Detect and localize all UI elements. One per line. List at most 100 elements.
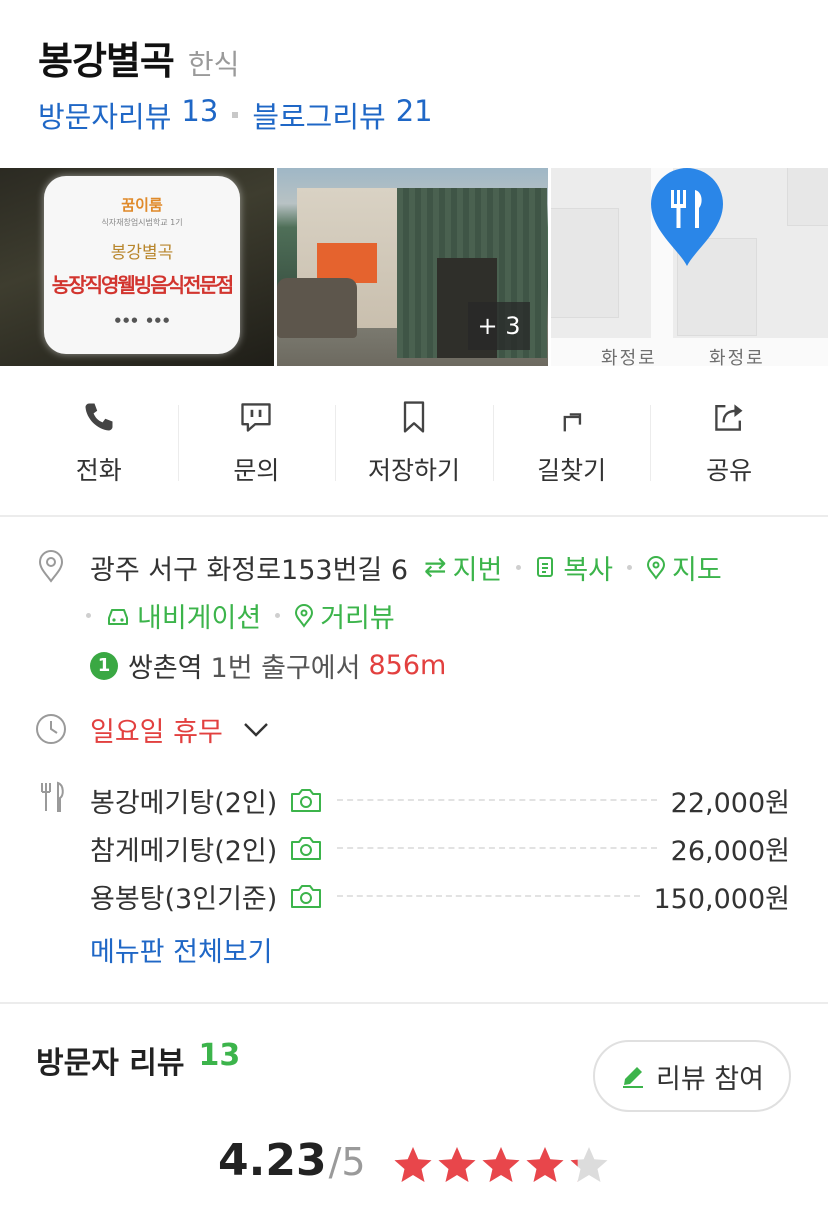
copy-label: 복사 xyxy=(563,555,614,586)
separator-dot xyxy=(516,565,522,570)
share-label: 공유 xyxy=(706,456,753,485)
map-road-label: 화정로 xyxy=(601,348,657,366)
share-button[interactable]: 공유 xyxy=(650,395,808,487)
subway-line-badge: 1 xyxy=(90,651,118,680)
inquiry-button[interactable]: 문의 xyxy=(177,395,336,487)
section-divider xyxy=(0,1002,828,1004)
place-header: 봉강별곡 한식 xyxy=(38,30,239,85)
menu-view-all-link[interactable]: 메뉴판 전체보기 xyxy=(90,930,272,969)
visitor-review-link[interactable]: 방문자리뷰 13 xyxy=(38,94,218,136)
inquiry-label: 문의 xyxy=(233,456,280,485)
call-label: 전화 xyxy=(75,456,122,485)
visitor-review-label: 방문자리뷰 xyxy=(38,100,172,134)
more-photos-badge[interactable]: + 3 xyxy=(468,302,531,350)
photo-gallery: 꿈이룸 식자재창업시범학교 1기 봉강별곡 농장직영웰빙음식전문점 ● ● ● … xyxy=(0,168,828,366)
separator-dot xyxy=(627,565,633,570)
business-hours-toggle[interactable]: 일요일 휴무 xyxy=(90,710,269,749)
directions-button[interactable]: 길찾기 xyxy=(492,395,651,487)
camera-icon[interactable] xyxy=(289,786,323,814)
awning xyxy=(317,243,377,283)
subway-info: 1 쌍촌역 1번 출구에서 856m xyxy=(90,646,446,685)
bookmark-icon xyxy=(403,401,425,433)
photo-signboard[interactable]: 꿈이룸 식자재창업시범학교 1기 봉강별곡 농장직영웰빙음식전문점 ● ● ● … xyxy=(0,168,274,366)
address-row: 광주 서구 화정로153번길 6 ⇄ 지번 복사 지도 xyxy=(90,548,722,587)
blog-review-label: 블로그리뷰 xyxy=(252,100,386,134)
action-bar: 전화 문의 저장하기 길찾기 공유 xyxy=(20,395,808,487)
rating-stars xyxy=(392,1144,610,1186)
map-link[interactable]: 지도 xyxy=(646,548,722,587)
star-icon xyxy=(526,1147,564,1182)
blog-review-count: 21 xyxy=(395,94,433,128)
subway-distance: 856m xyxy=(368,650,447,681)
menu-item-name: 봉강메기탕(2인) xyxy=(90,787,278,819)
navigation-label: 내비게이션 xyxy=(137,603,262,634)
swap-icon: ⇄ xyxy=(424,552,447,583)
sign-brand: 꿈이룸 xyxy=(121,196,163,214)
place-category: 한식 xyxy=(187,48,240,81)
chat-icon xyxy=(241,403,272,432)
star-icon xyxy=(570,1147,608,1182)
streetview-link[interactable]: 거리뷰 xyxy=(294,596,395,635)
menu-item-price: 26,000원 xyxy=(670,835,790,867)
call-button[interactable]: 전화 xyxy=(20,395,178,487)
review-links: 방문자리뷰 13 블로그리뷰 21 xyxy=(38,94,433,136)
phone-icon xyxy=(85,403,113,431)
copy-link[interactable]: 복사 xyxy=(535,548,613,587)
map-road-label: 화정로 xyxy=(709,348,765,366)
sign-slogan: 농장직영웰빙음식전문점 xyxy=(51,273,234,297)
hours-status: 일요일 휴무 xyxy=(90,717,223,748)
separator-dot xyxy=(86,613,91,618)
rating-max: /5 xyxy=(328,1140,366,1184)
jibun-link[interactable]: ⇄ 지번 xyxy=(424,548,502,587)
directions-icon xyxy=(563,413,581,432)
visitor-review-heading: 방문자 리뷰 13 xyxy=(36,1038,240,1082)
rating-score: 4.23 /5 xyxy=(218,1135,366,1186)
star-icon xyxy=(394,1147,432,1182)
menu-item-name: 용봉탕(3인기준) xyxy=(90,883,278,915)
subway-exit: 1번 출구에서 xyxy=(210,653,361,684)
menu-item: 봉강메기탕(2인) 22,000원 xyxy=(90,776,790,824)
camera-icon[interactable] xyxy=(289,882,323,910)
separator-dot xyxy=(232,112,239,118)
dotted-leader xyxy=(337,799,657,801)
copy-icon xyxy=(537,556,554,577)
map-block xyxy=(551,208,620,318)
save-button[interactable]: 저장하기 xyxy=(335,395,493,487)
map-thumbnail[interactable]: 화정로 화정로 xyxy=(551,168,828,366)
rating-value: 4.23 xyxy=(218,1135,327,1186)
car-icon xyxy=(108,608,128,625)
section-divider xyxy=(0,515,828,517)
map-block xyxy=(787,168,828,226)
star-icon xyxy=(438,1147,476,1182)
separator-dot xyxy=(275,613,281,618)
sign-name: 봉강별곡 xyxy=(110,243,174,263)
jibun-label: 지번 xyxy=(452,555,503,586)
visitor-review-count: 13 xyxy=(181,94,219,128)
directions-label: 길찾기 xyxy=(537,456,607,485)
visitor-review-count: 13 xyxy=(198,1038,241,1073)
streetview-label: 거리뷰 xyxy=(320,603,395,634)
clock-icon xyxy=(36,714,66,744)
map-label: 지도 xyxy=(672,555,722,586)
menu-item-price: 150,000원 xyxy=(653,883,791,915)
restaurant-pin-icon xyxy=(651,168,724,266)
utensils-icon xyxy=(41,781,64,812)
location-pin-icon xyxy=(38,550,64,583)
streetview-pin-icon xyxy=(295,603,314,628)
blog-review-link[interactable]: 블로그리뷰 21 xyxy=(252,94,432,136)
place-name: 봉강별곡 xyxy=(38,39,175,83)
save-label: 저장하기 xyxy=(367,456,460,485)
photo-storefront[interactable]: + 3 xyxy=(277,168,549,366)
star-icon xyxy=(482,1147,520,1182)
menu-list: 봉강메기탕(2인) 22,000원 참게메기탕(2인) 26,000원 용봉탕(… xyxy=(90,776,790,920)
menu-item: 용봉탕(3인기준) 150,000원 xyxy=(90,872,790,920)
signboard: 꿈이룸 식자재창업시범학교 1기 봉강별곡 농장직영웰빙음식전문점 ● ● ● … xyxy=(44,176,240,354)
navigation-link[interactable]: 내비게이션 xyxy=(105,596,261,635)
camera-icon[interactable] xyxy=(289,834,323,862)
subway-station: 쌍촌역 xyxy=(128,653,203,684)
chevron-down-icon xyxy=(243,722,268,737)
write-review-button[interactable]: 리뷰 참여 xyxy=(593,1040,791,1112)
sign-subtitle: 식자재창업시범학교 1기 xyxy=(101,218,183,227)
pencil-icon xyxy=(623,1067,644,1088)
visitor-review-title: 방문자 리뷰 xyxy=(36,1046,185,1081)
